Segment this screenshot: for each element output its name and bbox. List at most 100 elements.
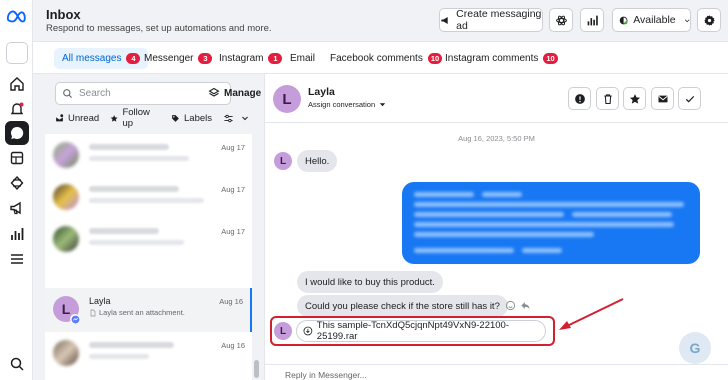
manage-button[interactable]: Manage — [208, 87, 261, 99]
list-item[interactable]: Aug 17 — [45, 218, 252, 260]
unread-icon — [56, 113, 64, 121]
bar-chart-icon — [10, 228, 23, 240]
create-messaging-ad-button[interactable]: Create messaging ad — [439, 8, 543, 32]
avatar — [53, 142, 79, 168]
list-item[interactable]: Aug 17 — [45, 134, 252, 176]
tab-label: Instagram — [219, 53, 264, 64]
tab-instagram[interactable]: Instagram 1 — [211, 48, 290, 69]
tab-email[interactable]: Email — [282, 48, 323, 69]
contact-name: Layla — [308, 86, 335, 98]
search-input[interactable]: Search — [55, 82, 231, 105]
layers-icon — [208, 87, 220, 97]
list-item[interactable]: Aug 17 — [45, 176, 252, 218]
inbox-header: Inbox Respond to messages, set up automa… — [33, 0, 728, 42]
tab-count-badge: 1 — [268, 53, 283, 64]
nav-inbox[interactable] — [0, 121, 33, 145]
page-avatar[interactable] — [6, 42, 28, 64]
nav-insights[interactable] — [0, 222, 33, 246]
contact-name: Layla — [89, 296, 111, 306]
search-placeholder: Search — [79, 88, 111, 99]
left-rail — [0, 0, 33, 380]
meta-logo[interactable] — [6, 8, 28, 24]
insights-button[interactable] — [580, 8, 604, 32]
page-title: Inbox — [46, 7, 81, 22]
nav-ads[interactable] — [0, 196, 33, 220]
bar-chart-icon — [587, 15, 598, 25]
filter-label: Labels — [184, 112, 212, 124]
message-bubble: Could you please check if the store stil… — [297, 295, 508, 317]
settings-button[interactable] — [697, 8, 721, 32]
filter-label: Follow up — [122, 107, 150, 129]
availability-icon — [619, 16, 628, 24]
page-subtitle: Respond to messages, set up automations … — [46, 23, 272, 34]
tab-messenger[interactable]: Messenger 3 — [136, 48, 220, 69]
date: Aug 16 — [221, 341, 245, 350]
tab-label: Messenger — [144, 53, 194, 64]
integrations-button[interactable] — [549, 8, 573, 32]
tab-label: All messages — [62, 53, 122, 64]
tab-facebook-comments[interactable]: Facebook comments 10 — [322, 48, 450, 69]
assign-conversation-dropdown[interactable]: Assign conversation — [308, 100, 386, 109]
file-attachment[interactable]: This sample-TcnXdQ5cjqnNpt49VxN9-22100-2… — [296, 320, 546, 342]
mark-done-button[interactable] — [678, 87, 701, 110]
create-ad-label: Create messaging ad — [456, 8, 542, 32]
manage-label: Manage — [224, 87, 262, 99]
nav-content[interactable] — [0, 146, 33, 170]
reply-input[interactable]: Reply in Messenger... — [285, 370, 367, 380]
nav-notifications[interactable] — [0, 97, 33, 121]
emoji-icon[interactable] — [505, 300, 516, 311]
blurred-preview — [89, 198, 204, 203]
tab-instagram-comments[interactable]: Instagram comments 10 — [437, 48, 566, 69]
report-button[interactable] — [568, 87, 591, 110]
list-scrollbar[interactable] — [254, 360, 259, 378]
tab-label: Facebook comments — [330, 53, 423, 64]
message-bubble: I would like to buy this product. — [297, 271, 443, 293]
filter-unread[interactable]: Unread — [55, 113, 99, 124]
filter-options-button[interactable] — [223, 113, 253, 124]
message-bubble: Hello. — [297, 150, 338, 172]
bell-icon — [10, 102, 23, 115]
arrow-annotation — [559, 298, 624, 330]
reply-icon[interactable] — [520, 300, 531, 311]
conversation-list-panel: Search Manage Unread Follow up Labels Au… — [33, 74, 265, 380]
nav-home[interactable] — [0, 72, 33, 96]
list-item[interactable]: Aug 16 — [45, 332, 252, 374]
star-icon — [629, 93, 640, 104]
mark-unread-button[interactable] — [651, 87, 674, 110]
filter-labels[interactable]: Labels — [171, 113, 212, 124]
message-preview: Layla sent an attachment. — [89, 308, 185, 317]
gear-icon — [703, 14, 715, 26]
filter-follow-up[interactable]: Follow up — [110, 107, 160, 129]
home-icon — [9, 77, 24, 91]
attachment-icon — [90, 309, 96, 316]
chat-header: L Layla Assign conversation — [265, 74, 728, 123]
delete-button[interactable] — [596, 87, 619, 110]
blurred-name — [89, 342, 174, 348]
download-icon — [303, 326, 313, 336]
tag-icon — [172, 114, 179, 122]
blurred-name — [89, 144, 169, 150]
outgoing-message-bubble — [402, 182, 700, 264]
nav-menu[interactable] — [0, 247, 33, 271]
availability-dropdown[interactable]: Available — [612, 8, 691, 32]
chat-icon — [10, 126, 23, 139]
tab-all-messages[interactable]: All messages 4 — [54, 48, 149, 69]
follow-up-button[interactable] — [623, 87, 646, 110]
nav-planner[interactable] — [0, 171, 33, 195]
avatar: L — [274, 152, 292, 170]
watermark-logo: G — [679, 332, 711, 364]
reply-bar: Reply in Messenger... — [265, 364, 728, 380]
trash-icon — [603, 93, 612, 104]
alert-icon — [574, 93, 585, 104]
avatar — [53, 184, 79, 210]
tab-label: Instagram comments — [445, 53, 539, 64]
chat-panel: L Layla Assign conversation Aug 16, 2023… — [265, 74, 728, 380]
sliders-icon — [224, 114, 233, 122]
channel-tabs: All messages 4 Messenger 3 Instagram 1 E… — [33, 42, 728, 74]
megaphone-icon — [9, 201, 21, 215]
search-icon — [10, 357, 24, 371]
list-item-selected[interactable]: L Layla Layla sent an attachment. Aug 16 — [45, 288, 252, 332]
nav-search[interactable] — [0, 352, 33, 376]
filter-bar: Unread Follow up Labels — [55, 107, 264, 129]
chevron-down-icon — [684, 18, 690, 22]
